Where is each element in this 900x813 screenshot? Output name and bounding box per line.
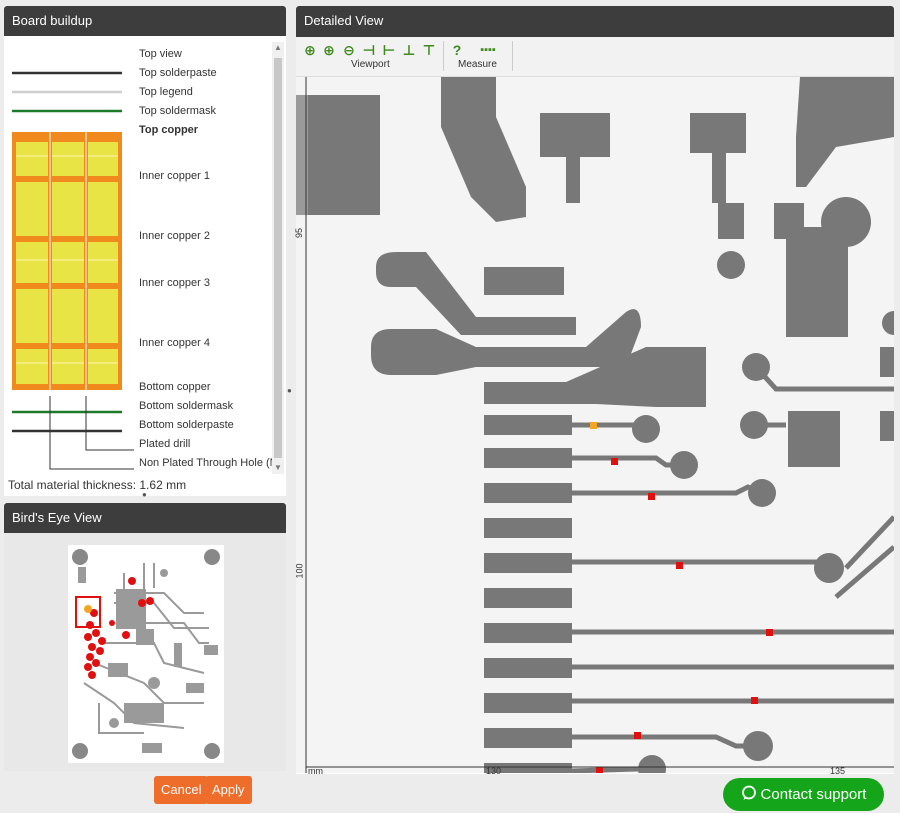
ruler-y-tick-95: 95 [294,227,305,239]
viewport-group-label: Viewport [351,59,390,70]
birds-eye-panel: Bird's Eye View [4,503,286,771]
detailed-view-toolbar: ⊕ ⊕ ⊖ ⊣ ⊢ ⊥ ⊤ Viewport ? ▪▪▪▪ Measure [296,37,894,77]
toolbar-separator [512,41,513,71]
layer-label-inner-copper-3[interactable]: Inner copper 3 [139,277,210,289]
vertical-splitter-icon[interactable]: ● [287,386,292,395]
buildup-scrollbar[interactable]: ▲ ▼ [272,42,284,474]
layer-label-inner-copper-1[interactable]: Inner copper 1 [139,170,210,182]
cancel-button[interactable]: Cancel [154,776,209,804]
layer-label-inner-copper-2[interactable]: Inner copper 2 [139,230,210,242]
splitter-handle-icon[interactable]: ● [142,490,147,499]
zoom-in-icon[interactable]: ⊕ [320,41,338,59]
layer-label-top-copper[interactable]: Top copper [139,124,198,136]
apply-button[interactable]: Apply [205,776,252,804]
zoom-fit-icon[interactable]: ⊕ [301,41,319,59]
layer-label-top-solderpaste[interactable]: Top solderpaste [139,67,217,79]
layer-label-bottom-copper[interactable]: Bottom copper [139,381,211,393]
toolbar-separator [443,41,444,71]
zoom-out-icon[interactable]: ⊖ [340,41,358,59]
help-icon[interactable]: ? [448,41,466,59]
ruler-x-tick-135: 135 [830,766,846,776]
pcb-canvas[interactable] [296,77,894,773]
ruler-x-tick-130: 130 [486,766,502,776]
pan-down-icon[interactable]: ⊤ [420,41,438,59]
scroll-up-icon[interactable]: ▲ [272,42,284,54]
contact-support-label: Contact support [760,786,867,803]
layer-label-top-soldermask[interactable]: Top soldermask [139,105,216,117]
layer-label-top-view[interactable]: Top view [139,48,182,60]
measure-group-label: Measure [458,59,497,70]
ruler-y-tick-100: 100 [294,563,305,579]
layer-label-bottom-solderpaste[interactable]: Bottom solderpaste [139,419,234,431]
detailed-view-panel: Detailed View ⊕ ⊕ ⊖ ⊣ ⊢ ⊥ ⊤ Viewport ? ▪… [294,6,894,776]
detailed-view-title: Detailed View [296,6,894,37]
birds-eye-title: Bird's Eye View [4,503,286,533]
pan-right-icon[interactable]: ⊢ [380,41,398,59]
total-thickness: Total material thickness: 1.62 mm [8,478,187,492]
pan-up-icon[interactable]: ⊥ [400,41,418,59]
measure-icon[interactable]: ▪▪▪▪ [468,41,508,59]
scroll-down-icon[interactable]: ▼ [272,462,284,474]
pan-left-icon[interactable]: ⊣ [360,41,378,59]
layer-stack-diagram [12,71,134,470]
layer-label-bottom-soldermask[interactable]: Bottom soldermask [139,400,233,412]
layer-label-top-legend[interactable]: Top legend [139,86,193,98]
birds-eye-board[interactable] [4,533,286,771]
board-buildup-title: Board buildup [4,6,286,36]
layer-label-inner-copper-4[interactable]: Inner copper 4 [139,337,210,349]
contact-support-button[interactable]: Contact support [723,778,884,811]
board-buildup-panel: Board buildup Top view Top solderpaste T… [4,6,286,499]
layer-label-npth[interactable]: Non Plated Through Hole (N [139,457,272,469]
layer-label-plated-drill[interactable]: Plated drill [139,438,190,450]
stack-body [12,126,122,396]
chat-bubble-icon [741,780,757,813]
scrollbar-thumb[interactable] [274,58,282,458]
ruler-unit: mm [308,766,323,776]
